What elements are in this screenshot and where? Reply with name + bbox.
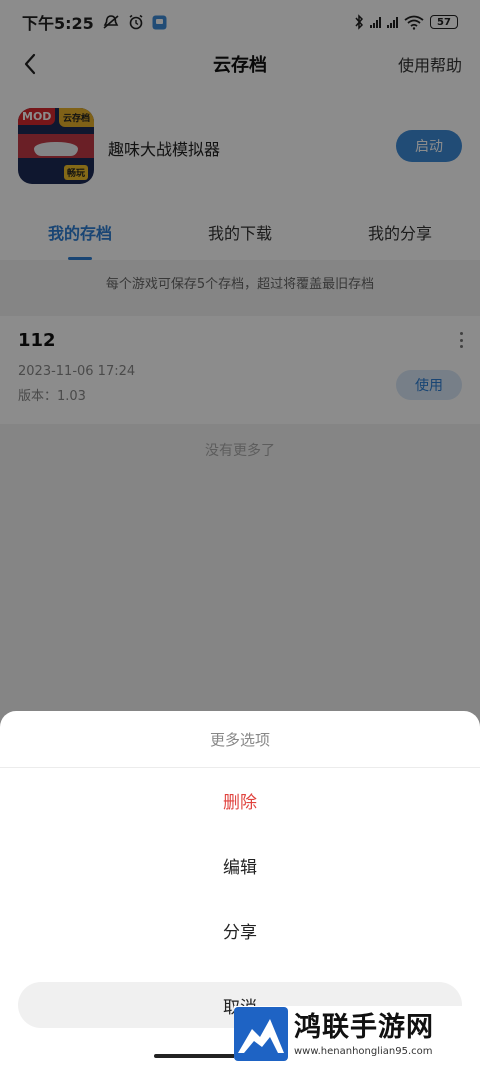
watermark: 鸿联手游网 www.henanhonglian95.com (234, 1006, 472, 1062)
delete-option[interactable]: 删除 (0, 768, 480, 832)
watermark-text: 鸿联手游网 www.henanhonglian95.com (294, 1012, 434, 1057)
watermark-title: 鸿联手游网 (294, 1011, 434, 1043)
share-option[interactable]: 分享 (0, 898, 480, 962)
watermark-logo-icon (234, 1007, 288, 1061)
sheet-title: 更多选项 (209, 730, 270, 749)
watermark-url: www.henanhonglian95.com (294, 1045, 433, 1057)
edit-option[interactable]: 编辑 (0, 833, 480, 897)
